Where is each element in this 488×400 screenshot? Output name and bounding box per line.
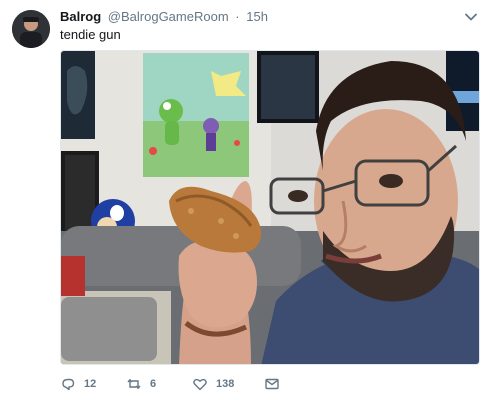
tweet-header: Balrog @BalrogGameRoom · 15h xyxy=(60,9,268,25)
tweet-text: tendie gun xyxy=(60,27,121,42)
reply-button[interactable]: 12 xyxy=(60,376,126,392)
tweet[interactable]: Balrog @BalrogGameRoom · 15h tendie gun xyxy=(0,0,488,400)
like-button[interactable]: 138 xyxy=(192,376,264,392)
tweet-actions: 12 6 138 xyxy=(60,374,280,394)
direct-message-icon xyxy=(265,378,279,390)
avatar[interactable] xyxy=(12,10,50,48)
like-icon xyxy=(193,378,207,391)
separator-dot: · xyxy=(235,9,240,24)
retweet-icon xyxy=(127,378,141,390)
timestamp[interactable]: 15h xyxy=(246,9,268,24)
reply-count: 12 xyxy=(84,378,97,390)
retweet-button[interactable]: 6 xyxy=(126,376,192,392)
avatar-image xyxy=(12,10,50,48)
photo-image xyxy=(61,51,479,364)
tweet-photo[interactable] xyxy=(60,50,480,365)
direct-message-button[interactable] xyxy=(264,376,280,392)
retweet-count: 6 xyxy=(150,378,157,390)
caret-down-icon[interactable] xyxy=(464,10,478,24)
display-name[interactable]: Balrog xyxy=(60,9,101,24)
like-count: 138 xyxy=(216,378,235,390)
user-handle[interactable]: @BalrogGameRoom xyxy=(108,9,229,24)
reply-icon xyxy=(62,378,75,391)
